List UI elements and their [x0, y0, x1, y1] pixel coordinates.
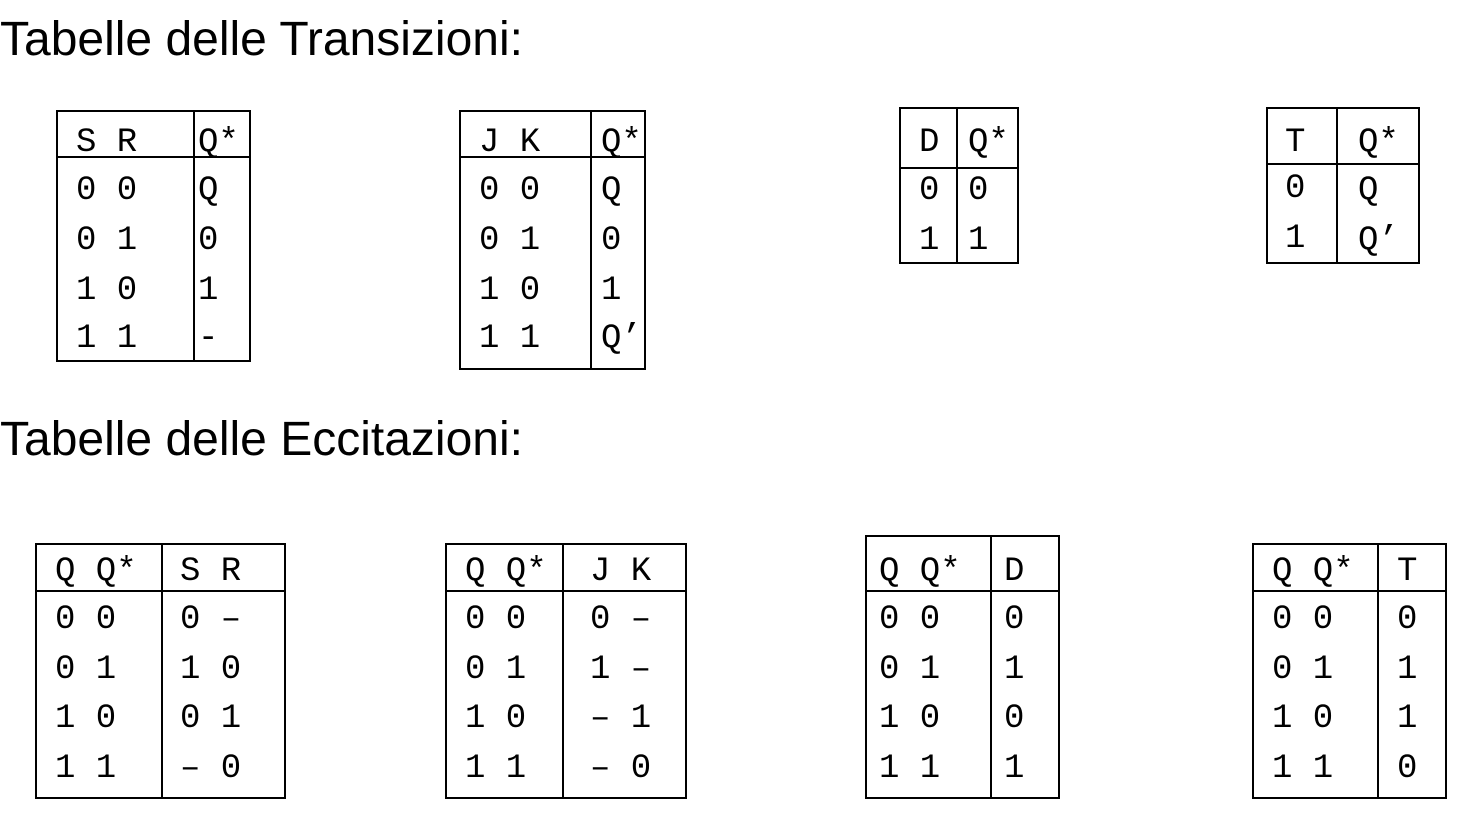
sr-transition-table: S R 0 0 0 1 1 0 1 1 Q* Q 0 1 - [56, 110, 251, 362]
d-transition-inputs-header: D [919, 124, 940, 162]
d-excitation-inputs-header: D [1004, 553, 1025, 591]
jk-transition-table: J K 0 0 0 1 1 0 1 1 Q* Q 0 1 Q’ [459, 110, 646, 370]
header-divider [461, 156, 644, 158]
d-excitation-row-inputs: 0 [1004, 700, 1025, 738]
column-divider [990, 537, 992, 797]
sr-transition-row-output: 1 [198, 272, 219, 310]
column-divider [590, 112, 592, 368]
header-divider [901, 167, 1017, 169]
jk-transition-output-header: Q* [601, 124, 642, 162]
t-transition-row-output: Q’ [1358, 222, 1399, 260]
sr-excitation-states-header: Q Q* [55, 553, 137, 591]
t-excitation-row-states: 1 0 [1272, 700, 1334, 738]
header-divider [58, 156, 249, 158]
sr-excitation-row-states: 1 0 [55, 700, 117, 738]
sr-transition-row-inputs: 0 0 [76, 172, 138, 210]
jk-excitation-row-inputs: – 1 [590, 700, 652, 738]
excitations-section-title: Tabelle delle Eccitazioni: [0, 413, 523, 466]
jk-transition-row-inputs: 0 0 [479, 172, 541, 210]
t-transition-row-inputs: 0 [1285, 170, 1306, 208]
sr-excitation-row-states: 0 1 [55, 651, 117, 689]
t-excitation-row-inputs: 1 [1397, 651, 1418, 689]
t-transition-row-inputs: 1 [1285, 220, 1306, 258]
header-divider [447, 590, 685, 592]
jk-excitation-row-states: 1 0 [465, 700, 527, 738]
sr-transition-row-inputs: 0 1 [76, 222, 138, 260]
t-excitation-row-states: 0 1 [1272, 651, 1334, 689]
sr-transition-row-inputs: 1 0 [76, 272, 138, 310]
sr-transition-output-header: Q* [198, 124, 239, 162]
t-excitation-row-states: 0 0 [1272, 601, 1334, 639]
jk-excitation-row-states: 0 0 [465, 601, 527, 639]
d-transition-output-header: Q* [968, 124, 1009, 162]
header-divider [1268, 163, 1418, 165]
column-divider [1336, 109, 1338, 262]
sr-excitation-row-states: 0 0 [55, 601, 117, 639]
sr-transition-inputs-header: S R [76, 124, 138, 162]
sr-excitation-table: Q Q* 0 0 0 1 1 0 1 1 S R 0 – 1 0 0 1 – 0 [35, 543, 286, 799]
jk-excitation-table: Q Q* 0 0 0 1 1 0 1 1 J K 0 – 1 – – 1 – 0 [445, 543, 687, 799]
t-excitation-row-inputs: 0 [1397, 601, 1418, 639]
header-divider [37, 590, 284, 592]
jk-transition-row-inputs: 0 1 [479, 222, 541, 260]
sr-excitation-inputs-header: S R [180, 553, 242, 591]
jk-transition-row-inputs: 1 1 [479, 320, 541, 358]
t-transition-table: T 0 1 Q* Q Q’ [1266, 107, 1420, 264]
column-divider [161, 545, 163, 797]
d-transition-row-inputs: 1 [919, 222, 940, 260]
d-excitation-row-states: 0 1 [879, 651, 941, 689]
column-divider [193, 112, 195, 360]
sr-excitation-row-inputs: 0 1 [180, 700, 242, 738]
d-excitation-states-header: Q Q* [879, 553, 961, 591]
t-excitation-states-header: Q Q* [1272, 553, 1354, 591]
t-transition-inputs-header: T [1285, 124, 1306, 162]
header-divider [1254, 590, 1445, 592]
d-excitation-table: Q Q* 0 0 0 1 1 0 1 1 D 0 1 0 1 [865, 535, 1060, 799]
sr-transition-row-output: 0 [198, 222, 219, 260]
sr-transition-row-output: - [198, 320, 219, 358]
d-excitation-row-states: 1 1 [879, 750, 941, 788]
d-transition-row-output: 1 [968, 222, 989, 260]
d-excitation-row-states: 1 0 [879, 700, 941, 738]
jk-transition-row-output: 1 [601, 272, 622, 310]
column-divider [956, 109, 958, 262]
jk-transition-row-output: Q [601, 172, 622, 210]
sr-transition-row-output: Q [198, 172, 219, 210]
t-excitation-row-inputs: 1 [1397, 700, 1418, 738]
jk-transition-inputs-header: J K [479, 124, 541, 162]
d-excitation-row-states: 0 0 [879, 601, 941, 639]
jk-excitation-row-inputs: – 0 [590, 750, 652, 788]
d-transition-row-inputs: 0 [919, 172, 940, 210]
column-divider [1377, 545, 1379, 797]
jk-transition-row-output: 0 [601, 222, 622, 260]
jk-transition-row-inputs: 1 0 [479, 272, 541, 310]
jk-excitation-row-inputs: 1 – [590, 651, 652, 689]
d-transition-table: D 0 1 Q* 0 1 [899, 107, 1019, 264]
d-excitation-row-inputs: 1 [1004, 750, 1025, 788]
t-transition-row-output: Q [1358, 172, 1379, 210]
t-excitation-inputs-header: T [1397, 553, 1418, 591]
jk-excitation-states-header: Q Q* [465, 553, 547, 591]
jk-excitation-row-states: 0 1 [465, 651, 527, 689]
header-divider [867, 590, 1058, 592]
t-excitation-table: Q Q* 0 0 0 1 1 0 1 1 T 0 1 1 0 [1252, 543, 1447, 799]
sr-excitation-row-states: 1 1 [55, 750, 117, 788]
transitions-section-title: Tabelle delle Transizioni: [0, 13, 523, 66]
sr-excitation-row-inputs: – 0 [180, 750, 242, 788]
d-excitation-row-inputs: 0 [1004, 601, 1025, 639]
jk-excitation-inputs-header: J K [590, 553, 652, 591]
sr-transition-row-inputs: 1 1 [76, 320, 138, 358]
jk-excitation-row-states: 1 1 [465, 750, 527, 788]
column-divider [562, 545, 564, 797]
sr-excitation-row-inputs: 1 0 [180, 651, 242, 689]
jk-excitation-row-inputs: 0 – [590, 601, 652, 639]
t-transition-output-header: Q* [1358, 124, 1399, 162]
jk-transition-row-output: Q’ [601, 320, 642, 358]
d-excitation-row-inputs: 1 [1004, 651, 1025, 689]
sr-excitation-row-inputs: 0 – [180, 601, 242, 639]
t-excitation-row-inputs: 0 [1397, 750, 1418, 788]
t-excitation-row-states: 1 1 [1272, 750, 1334, 788]
d-transition-row-output: 0 [968, 172, 989, 210]
